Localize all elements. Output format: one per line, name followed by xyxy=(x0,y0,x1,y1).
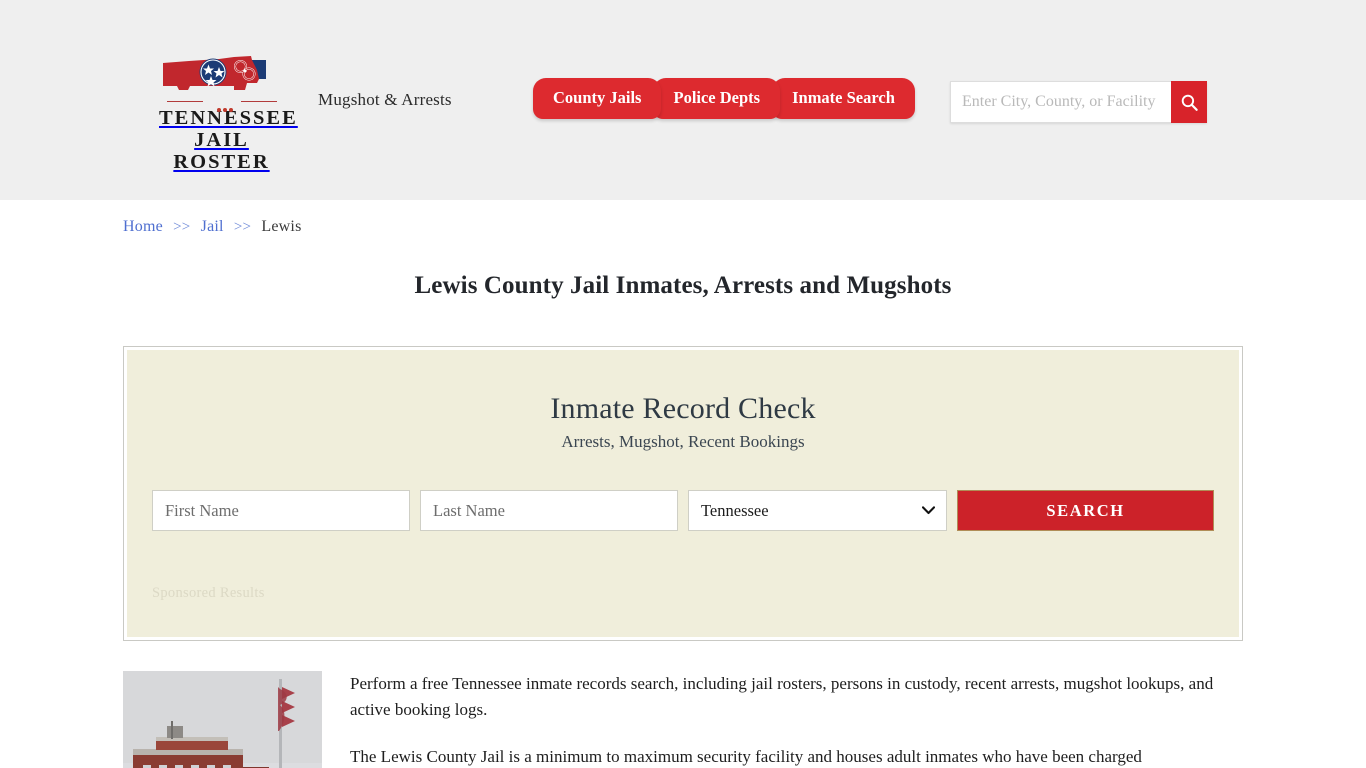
page-title: Lewis County Jail Inmates, Arrests and M… xyxy=(414,272,952,299)
nav-tab-police-depts[interactable]: Police Depts xyxy=(653,78,781,120)
logo-line-2: JAIL ROSTER xyxy=(173,129,270,174)
inmate-record-search-form: Tennessee SEARCH xyxy=(152,490,1214,531)
breadcrumb-item-current: Lewis xyxy=(261,218,302,235)
header-search-form xyxy=(950,81,1207,123)
record-panel-title: Inmate Record Check xyxy=(550,392,816,425)
breadcrumb: Home >> Jail >> Lewis xyxy=(123,200,1243,236)
tennessee-state-outline-with-handcuffs-icon xyxy=(163,56,266,90)
jail-description-text: Perform a free Tennessee inmate records … xyxy=(350,671,1243,768)
jail-building-image xyxy=(123,671,322,768)
nav-tab-county-jails[interactable]: County Jails xyxy=(533,78,662,120)
breadcrumb-item-home[interactable]: Home xyxy=(123,218,163,235)
last-name-input[interactable] xyxy=(420,490,678,531)
description-paragraph-2: The Lewis County Jail is a minimum to ma… xyxy=(350,746,1142,766)
header-search-input[interactable] xyxy=(950,81,1171,123)
breadcrumb-item-jail[interactable]: Jail xyxy=(201,218,224,235)
breadcrumb-separator: >> xyxy=(233,219,252,235)
main-navigation: County Jails Police Depts Inmate Search xyxy=(533,78,915,120)
description-paragraph-1: Perform a free Tennessee inmate records … xyxy=(350,674,1214,720)
state-select[interactable]: Tennessee xyxy=(688,490,947,531)
record-search-button[interactable]: SEARCH xyxy=(957,490,1214,531)
site-header: TENNESSEE JAIL ROSTER Mugshot & Arrests … xyxy=(0,0,1366,200)
breadcrumb-separator: >> xyxy=(173,219,191,235)
inmate-record-check-panel: Inmate Record Check Arrests, Mugshot, Re… xyxy=(123,346,1243,641)
site-tagline: Mugshot & Arrests xyxy=(318,90,452,109)
nav-tab-inmate-search[interactable]: Inmate Search xyxy=(772,78,915,120)
first-name-input[interactable] xyxy=(152,490,410,531)
record-panel-subtitle: Arrests, Mugshot, Recent Bookings xyxy=(561,432,805,451)
logo-line-1: TENNESSEE xyxy=(159,107,298,129)
search-icon xyxy=(1181,94,1198,111)
state-select-wrapper: Tennessee xyxy=(688,490,947,531)
sponsored-results-label: Sponsored Results xyxy=(152,585,265,601)
site-logo[interactable]: TENNESSEE JAIL ROSTER xyxy=(159,50,298,174)
jail-building-photo xyxy=(123,671,322,768)
logo-divider xyxy=(166,98,277,112)
logo-wordmark: TENNESSEE JAIL ROSTER xyxy=(159,107,298,174)
header-search-button[interactable] xyxy=(1171,81,1207,123)
jail-description-section: Perform a free Tennessee inmate records … xyxy=(123,671,1243,768)
